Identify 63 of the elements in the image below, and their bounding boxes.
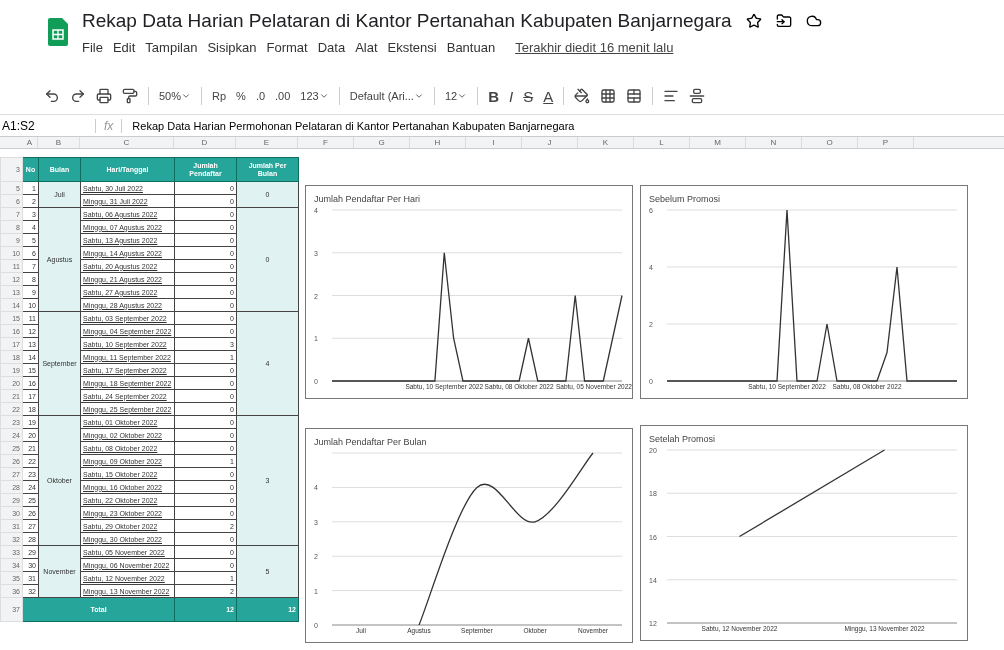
menu-item[interactable]: Edit <box>112 40 136 55</box>
column-header[interactable]: N <box>746 137 802 148</box>
menu-item[interactable]: Ekstensi <box>387 40 437 55</box>
redo-icon[interactable] <box>70 88 86 104</box>
column-header[interactable]: K <box>578 137 634 148</box>
zoom-dropdown[interactable]: 50% <box>159 90 192 102</box>
menu-item[interactable]: Tampilan <box>145 40 198 55</box>
chart-title: Jumlah Pendaftar Per Bulan <box>314 437 427 447</box>
column-header[interactable]: F <box>298 137 354 148</box>
chart-title: Sebelum Promosi <box>649 194 721 204</box>
menu-item[interactable]: File <box>82 40 103 55</box>
caret-icon[interactable] <box>181 91 192 101</box>
decrease-decimal-button[interactable]: .0 <box>255 90 266 102</box>
fill-color-icon[interactable] <box>574 88 591 104</box>
number-format-dropdown[interactable]: 123 <box>300 90 329 102</box>
formula-text[interactable]: Rekap Data Harian Permohonan Pelataran di Kantor Pertanahan Kabupaten Banjarnegara <box>132 119 575 132</box>
document-title[interactable]: Rekap Data Harian Pelataran di Kantor Pertanahan Kabupaten Banjarnegara <box>82 10 732 32</box>
column-header[interactable]: H <box>410 137 466 148</box>
merge-cells-icon[interactable] <box>626 88 643 104</box>
text-color-button[interactable]: A <box>543 87 554 105</box>
column-header[interactable]: C <box>80 137 174 148</box>
menu-item[interactable]: Format <box>266 40 308 55</box>
star-icon[interactable] <box>745 13 762 29</box>
sheets-logo-icon[interactable] <box>48 18 68 46</box>
font-size-dropdown[interactable]: 12 <box>444 90 468 102</box>
column-header[interactable]: L <box>634 137 690 148</box>
last-edit-link[interactable]: Terakhir diedit 16 menit lalu <box>515 40 674 55</box>
currency-button[interactable]: Rp <box>212 90 227 102</box>
chart-title: Setelah Promosi <box>649 434 716 444</box>
percent-button[interactable]: % <box>236 90 246 102</box>
menu-item[interactable]: Bantuan <box>446 40 496 55</box>
increase-decimal-button[interactable]: .00 <box>275 90 291 102</box>
cloud-icon[interactable] <box>805 13 822 29</box>
function-label: fx <box>95 118 123 133</box>
borders-icon[interactable] <box>600 88 617 104</box>
column-header[interactable]: G <box>354 137 410 148</box>
column-header[interactable]: J <box>522 137 578 148</box>
italic-button[interactable]: I <box>509 87 514 105</box>
menu-item[interactable]: Data <box>317 40 346 55</box>
column-header[interactable]: P <box>858 137 914 148</box>
column-header[interactable]: A <box>22 137 38 148</box>
print-icon[interactable] <box>96 88 112 104</box>
column-header[interactable]: B <box>38 137 80 148</box>
menu-item[interactable]: Sisipkan <box>207 40 257 55</box>
caret-icon[interactable] <box>318 91 329 101</box>
font-dropdown[interactable]: Default (Ari... <box>349 90 424 102</box>
undo-icon[interactable] <box>44 88 60 104</box>
column-header[interactable]: I <box>466 137 522 148</box>
paint-format-icon[interactable] <box>122 88 138 104</box>
align-icon[interactable] <box>663 88 680 104</box>
strikethrough-button[interactable]: S <box>523 87 534 105</box>
column-header[interactable]: M <box>690 137 746 148</box>
cell-reference[interactable]: A1:S2 <box>0 118 85 133</box>
chart-title: Jumlah Pendaftar Per Hari <box>314 194 421 204</box>
caret-icon[interactable] <box>457 91 468 101</box>
column-header[interactable]: O <box>802 137 858 148</box>
vertical-align-icon[interactable] <box>689 88 706 104</box>
menu-item[interactable]: Alat <box>355 40 378 55</box>
caret-icon[interactable] <box>413 91 424 101</box>
column-header[interactable]: D <box>174 137 236 148</box>
bold-button[interactable]: B <box>488 87 499 105</box>
column-header[interactable]: E <box>236 137 298 148</box>
folder-icon[interactable] <box>775 13 792 29</box>
